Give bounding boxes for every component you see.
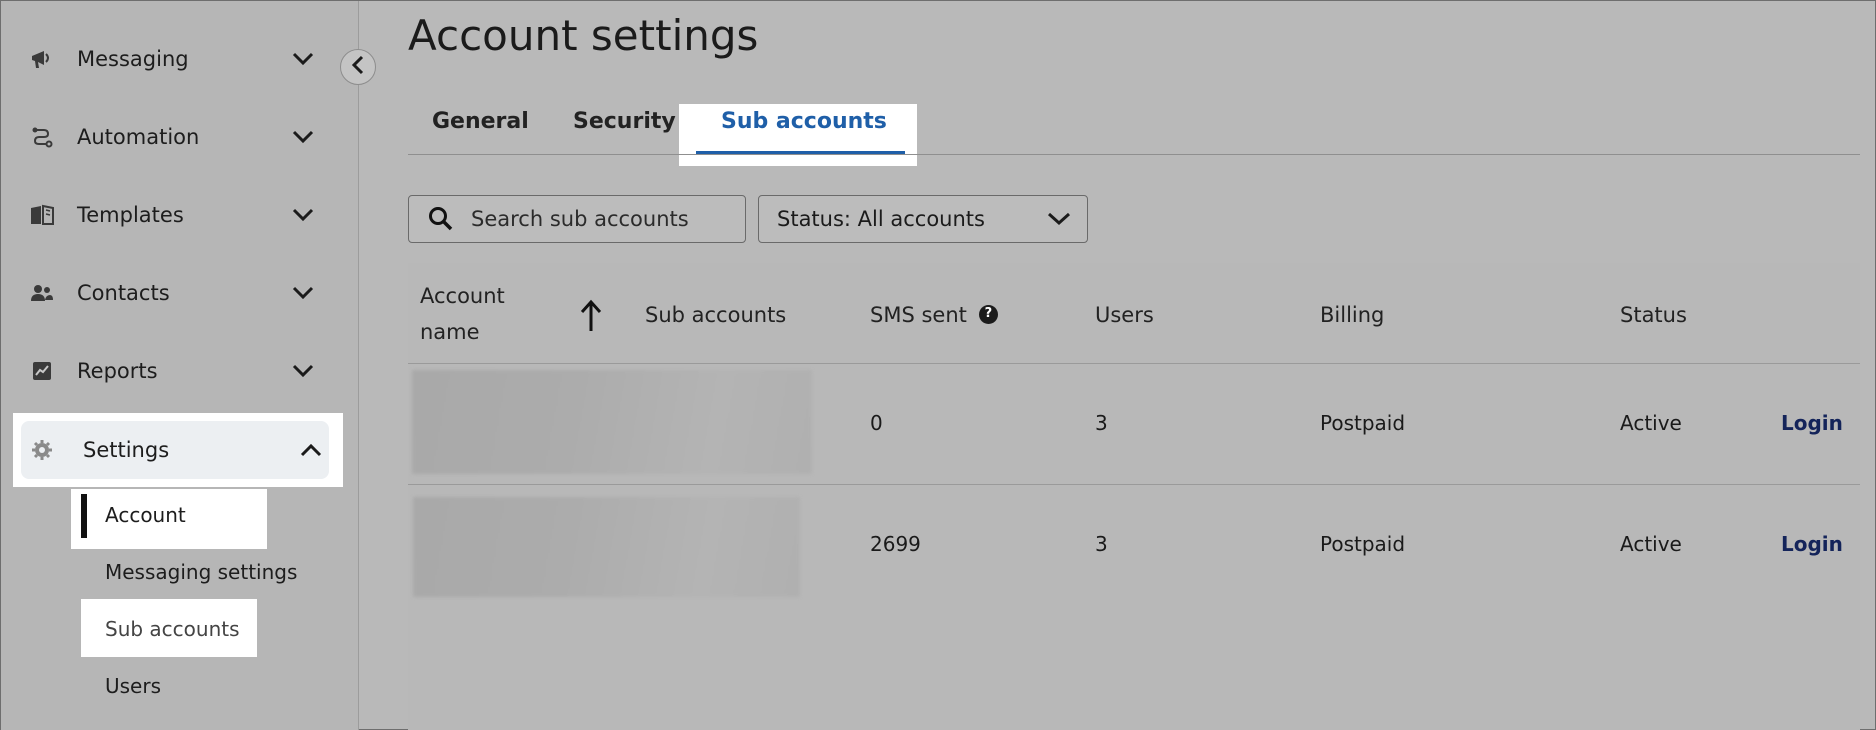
sidebar-item-reports[interactable]: Reports xyxy=(15,340,329,402)
header-text: name xyxy=(420,320,480,344)
column-header-status[interactable]: Status xyxy=(1620,297,1687,333)
chevron-down-icon[interactable] xyxy=(289,357,317,385)
sidebar-subitem-account[interactable]: Account xyxy=(105,503,186,527)
table-cell-sms-sent: 0 xyxy=(870,411,883,435)
table-cell-users: 3 xyxy=(1095,411,1108,435)
login-link[interactable]: Login xyxy=(1781,532,1843,556)
sidebar-subitem-sub-accounts[interactable]: Sub accounts xyxy=(105,617,240,641)
search-box[interactable] xyxy=(408,195,746,243)
tab-security[interactable]: Security xyxy=(573,109,676,134)
table-cell-status: Active xyxy=(1620,411,1682,435)
sidebar-item-label: Settings xyxy=(83,438,170,462)
people-icon xyxy=(29,280,55,306)
column-header-account-name[interactable]: Account name xyxy=(420,278,505,350)
tab-general[interactable]: General xyxy=(432,109,529,134)
header-text: SMS sent xyxy=(870,303,967,327)
sidebar-subitem-users[interactable]: Users xyxy=(105,674,161,698)
row-divider xyxy=(408,363,1860,364)
status-filter-select[interactable]: Status: All accounts xyxy=(758,195,1088,243)
login-link[interactable]: Login xyxy=(1781,411,1843,435)
redacted-account-info xyxy=(413,497,800,597)
column-header-billing[interactable]: Billing xyxy=(1320,297,1384,333)
book-icon xyxy=(29,202,55,228)
sidebar-item-label: Templates xyxy=(77,203,184,227)
sidebar: Messaging Automation Templates Contacts … xyxy=(1,1,359,730)
page-title: Account settings xyxy=(408,11,759,60)
tab-sub-accounts[interactable]: Sub accounts xyxy=(721,109,887,134)
sidebar-item-contacts[interactable]: Contacts xyxy=(15,262,329,324)
workflow-icon xyxy=(29,124,55,150)
sidebar-item-label: Reports xyxy=(77,359,158,383)
table-cell-status: Active xyxy=(1620,532,1682,556)
sidebar-item-label: Contacts xyxy=(77,281,170,305)
help-icon[interactable]: ? xyxy=(978,304,998,324)
status-filter-label: Status: All accounts xyxy=(777,207,985,231)
sidebar-item-label: Messaging xyxy=(77,47,189,71)
chevron-down-icon[interactable] xyxy=(289,45,317,73)
table-cell-billing: Postpaid xyxy=(1320,532,1406,556)
chevron-down-icon xyxy=(1047,207,1071,231)
chevron-left-icon xyxy=(351,55,365,79)
column-header-users[interactable]: Users xyxy=(1095,297,1154,333)
sidebar-item-messaging[interactable]: Messaging xyxy=(15,28,329,90)
table-cell-billing: Postpaid xyxy=(1320,411,1406,435)
column-header-sms-sent[interactable]: SMS sent? xyxy=(870,297,998,333)
active-indicator xyxy=(81,494,87,538)
collapse-sidebar-button[interactable] xyxy=(340,49,376,85)
sidebar-item-automation[interactable]: Automation xyxy=(15,106,329,168)
sidebar-item-templates[interactable]: Templates xyxy=(15,184,329,246)
megaphone-icon xyxy=(29,46,55,72)
tabs-divider xyxy=(408,154,1860,155)
table-cell-sms-sent: 2699 xyxy=(870,532,921,556)
header-text: Account xyxy=(420,284,505,308)
sidebar-subitem-messaging-settings[interactable]: Messaging settings xyxy=(105,560,297,584)
chevron-up-icon[interactable] xyxy=(297,436,325,464)
redacted-account-info xyxy=(412,370,812,474)
sort-ascending-icon[interactable] xyxy=(579,299,603,337)
search-icon xyxy=(427,205,455,233)
chevron-down-icon[interactable] xyxy=(289,279,317,307)
column-header-sub-accounts[interactable]: Sub accounts xyxy=(645,297,786,333)
chevron-down-icon[interactable] xyxy=(289,123,317,151)
sidebar-item-settings[interactable]: Settings xyxy=(21,421,329,479)
sidebar-item-label: Automation xyxy=(77,125,200,149)
search-input[interactable] xyxy=(471,207,721,231)
table-cell-users: 3 xyxy=(1095,532,1108,556)
app-frame: Messaging Automation Templates Contacts … xyxy=(0,0,1876,730)
chart-icon xyxy=(29,358,55,384)
chevron-down-icon[interactable] xyxy=(289,201,317,229)
gear-icon xyxy=(29,437,55,463)
row-divider xyxy=(408,484,1860,485)
